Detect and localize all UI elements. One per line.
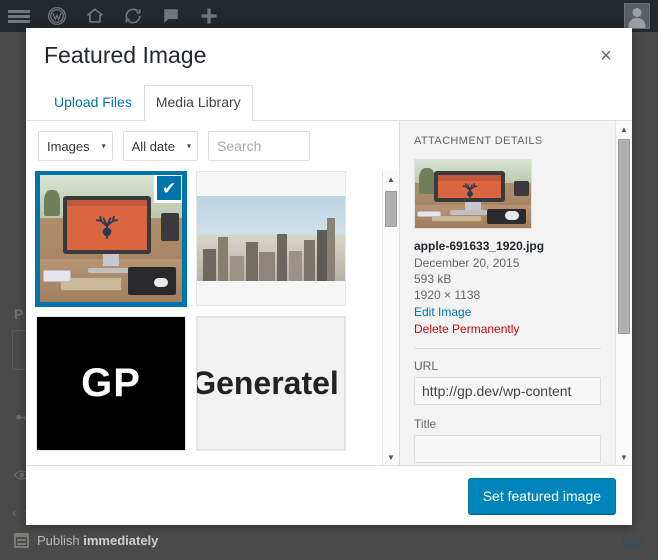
attachment-preview-thumbnail[interactable] [414,159,532,229]
type-filter-wrap: Images ▾ [38,131,113,161]
mouse-art [154,278,168,287]
building-art [203,249,216,281]
scroll-up-icon[interactable]: ▲ [383,171,399,187]
building-art [304,240,316,281]
delete-permanently-link[interactable]: Delete Permanently [414,322,601,336]
desk-photo-art [415,160,531,228]
tab-upload-files[interactable]: Upload Files [42,85,144,121]
selected-check-icon[interactable]: ✔ [154,173,184,203]
scrollbar-thumb[interactable] [618,139,630,334]
antlers-art [459,179,481,201]
scroll-up-icon[interactable]: ▲ [616,121,632,137]
building-art [259,252,275,281]
media-grid: ✔ [26,171,382,465]
modal-header: Featured Image × Upload Files Media Libr… [26,28,632,120]
plant-art [44,190,60,216]
date-filter-wrap: All date ▾ [123,131,198,161]
tablet-art [417,211,440,217]
details-scrollbar[interactable]: ▲ ▼ [615,121,632,465]
search-input[interactable] [208,131,310,161]
set-featured-image-button[interactable]: Set featured image [468,478,616,514]
building-art [277,234,287,282]
screen-strip-art [67,200,147,206]
media-item-generate[interactable]: Generatel [196,316,346,451]
modal-footer: Set featured image [26,465,632,525]
url-field-label: URL [414,359,601,373]
attachment-dimensions: 1920 × 1138 [414,288,601,302]
building-art [327,218,334,281]
publish-emphasis: immediately [83,533,158,548]
media-toolbar: Images ▾ All date ▾ [26,121,399,171]
media-item-city[interactable] [196,171,346,306]
imac-art [434,171,506,202]
page-title: Featured Image [44,42,614,70]
city-inner-art [197,196,345,281]
building-art [289,251,302,282]
featured-image-modal: Featured Image × Upload Files Media Libr… [26,28,632,525]
building-art [317,230,335,281]
date-filter-select[interactable]: All date [123,131,198,161]
scroll-down-icon[interactable]: ▼ [383,449,399,465]
attachment-date: December 20, 2015 [414,256,601,270]
attachment-filename: apple-691633_1920.jpg [414,239,601,253]
speaker-art [161,213,179,241]
imac-art [63,196,151,254]
scroll-down-icon[interactable]: ▼ [616,449,632,465]
close-icon[interactable]: × [590,40,622,72]
scrollbar-track[interactable] [383,187,399,449]
type-filter-select[interactable]: Images [38,131,113,161]
scrollbar-track[interactable] [616,137,632,449]
antlers-art [90,209,124,243]
modal-tabs: Upload Files Media Library [26,85,632,122]
speaker-art [514,181,529,196]
imac-stand-art [103,254,119,266]
gp-logo-art: GP [37,317,185,450]
gp-logo-text: GP [81,361,141,406]
building-art [246,242,258,281]
mousepad-art [128,267,176,295]
attachment-details-heading: ATTACHMENT DETAILS [414,135,601,147]
edit-image-link[interactable]: Edit Image [414,305,601,319]
building-art [218,237,228,281]
city-photo-art [197,172,345,305]
background-panel-title: P [14,306,23,322]
media-library-column: Images ▾ All date ▾ [26,121,399,465]
building-art [230,256,245,282]
publish-row: Publish immediately Edit [0,520,658,560]
tablet-art [43,270,71,281]
publish-status-text: Publish immediately [37,533,158,548]
attachment-details-inner: ATTACHMENT DETAILS [400,121,615,465]
details-divider [414,348,601,349]
media-grid-scrollbar[interactable]: ▲ ▼ [382,171,399,465]
scrollbar-thumb[interactable] [385,191,397,227]
attachment-filesize: 593 kB [414,272,601,286]
modal-body: Images ▾ All date ▾ [26,120,632,465]
publish-edit-link[interactable]: Edit [622,533,644,548]
attachment-details-panel: ATTACHMENT DETAILS [399,121,632,465]
media-item-gp-logo[interactable]: GP [36,316,186,451]
title-field[interactable] [414,435,601,463]
mouse-art [505,211,519,220]
avatar[interactable] [624,3,650,29]
calendar-icon [14,533,29,548]
plant-art [419,168,435,194]
generate-wordmark-art: Generatel [197,317,345,450]
title-field-label: Title [414,417,601,431]
media-grid-wrap: ✔ [26,171,399,465]
tab-media-library[interactable]: Media Library [144,85,253,122]
media-item-desk[interactable]: ✔ [36,171,186,306]
publish-label: Publish [37,533,83,548]
url-field[interactable] [414,377,601,405]
generate-wordmark-text: Generatel [196,365,339,402]
